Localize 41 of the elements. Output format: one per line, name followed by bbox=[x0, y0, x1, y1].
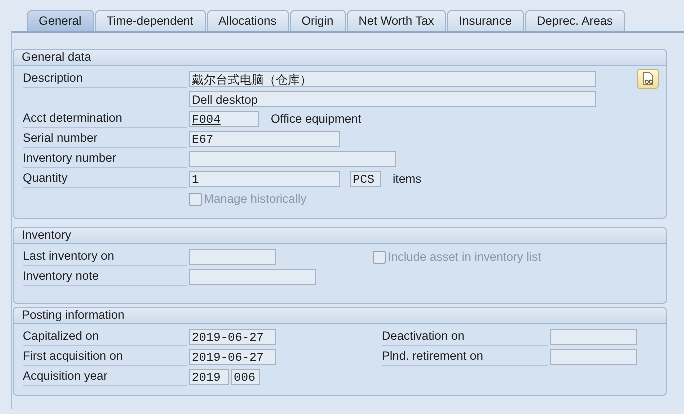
long-text-button[interactable] bbox=[637, 69, 659, 89]
unit-text: items bbox=[393, 172, 422, 186]
input-field[interactable]: E67 bbox=[189, 131, 340, 147]
tab[interactable]: General bbox=[27, 10, 94, 31]
document-glasses-icon bbox=[641, 72, 655, 86]
group-title: Posting information bbox=[14, 308, 666, 324]
period-field[interactable]: 006 bbox=[231, 369, 260, 385]
tab[interactable]: Allocations bbox=[206, 10, 289, 31]
field-label: Quantity bbox=[23, 170, 187, 188]
group-title: Inventory bbox=[14, 228, 666, 244]
date-field[interactable]: 2019-06-27 bbox=[189, 349, 276, 365]
field-label: Acct determination bbox=[23, 110, 187, 128]
field-label: Capitalized on bbox=[23, 328, 187, 346]
tab[interactable]: Origin bbox=[290, 10, 346, 31]
unit-field[interactable]: PCS bbox=[350, 171, 381, 187]
tab[interactable]: Net Worth Tax bbox=[346, 10, 446, 31]
input-field[interactable]: 戴尔台式电脑（仓库） bbox=[189, 71, 596, 87]
date-field[interactable] bbox=[550, 349, 637, 365]
tab[interactable]: Insurance bbox=[447, 10, 524, 31]
input-field[interactable]: 1 bbox=[189, 171, 340, 187]
input-field[interactable]: Dell desktop bbox=[189, 91, 596, 107]
field-label: Plnd. retirement on bbox=[382, 348, 548, 366]
tab[interactable]: Time-dependent bbox=[94, 10, 206, 31]
field-label: Serial number bbox=[23, 130, 187, 148]
group-title: General data bbox=[14, 50, 666, 66]
field-label: Deactivation on bbox=[382, 328, 548, 346]
tab[interactable]: Deprec. Areas bbox=[525, 10, 626, 31]
input-field[interactable] bbox=[189, 151, 396, 167]
field-label: Acquisition year bbox=[23, 368, 187, 386]
field-label: First acquisition on bbox=[23, 348, 187, 366]
date-field[interactable] bbox=[550, 329, 637, 345]
field-label: Inventory note bbox=[23, 268, 187, 286]
year-field[interactable]: 2019 bbox=[189, 369, 229, 385]
field-label: Last inventory on bbox=[23, 248, 187, 266]
input-field[interactable] bbox=[189, 249, 276, 265]
input-field[interactable]: F004 bbox=[189, 111, 259, 127]
field-description: Office equipment bbox=[271, 112, 362, 126]
field-label: Description bbox=[23, 70, 187, 88]
date-field[interactable]: 2019-06-27 bbox=[189, 329, 276, 345]
field-label: Inventory number bbox=[23, 150, 187, 168]
input-field[interactable] bbox=[189, 269, 316, 285]
